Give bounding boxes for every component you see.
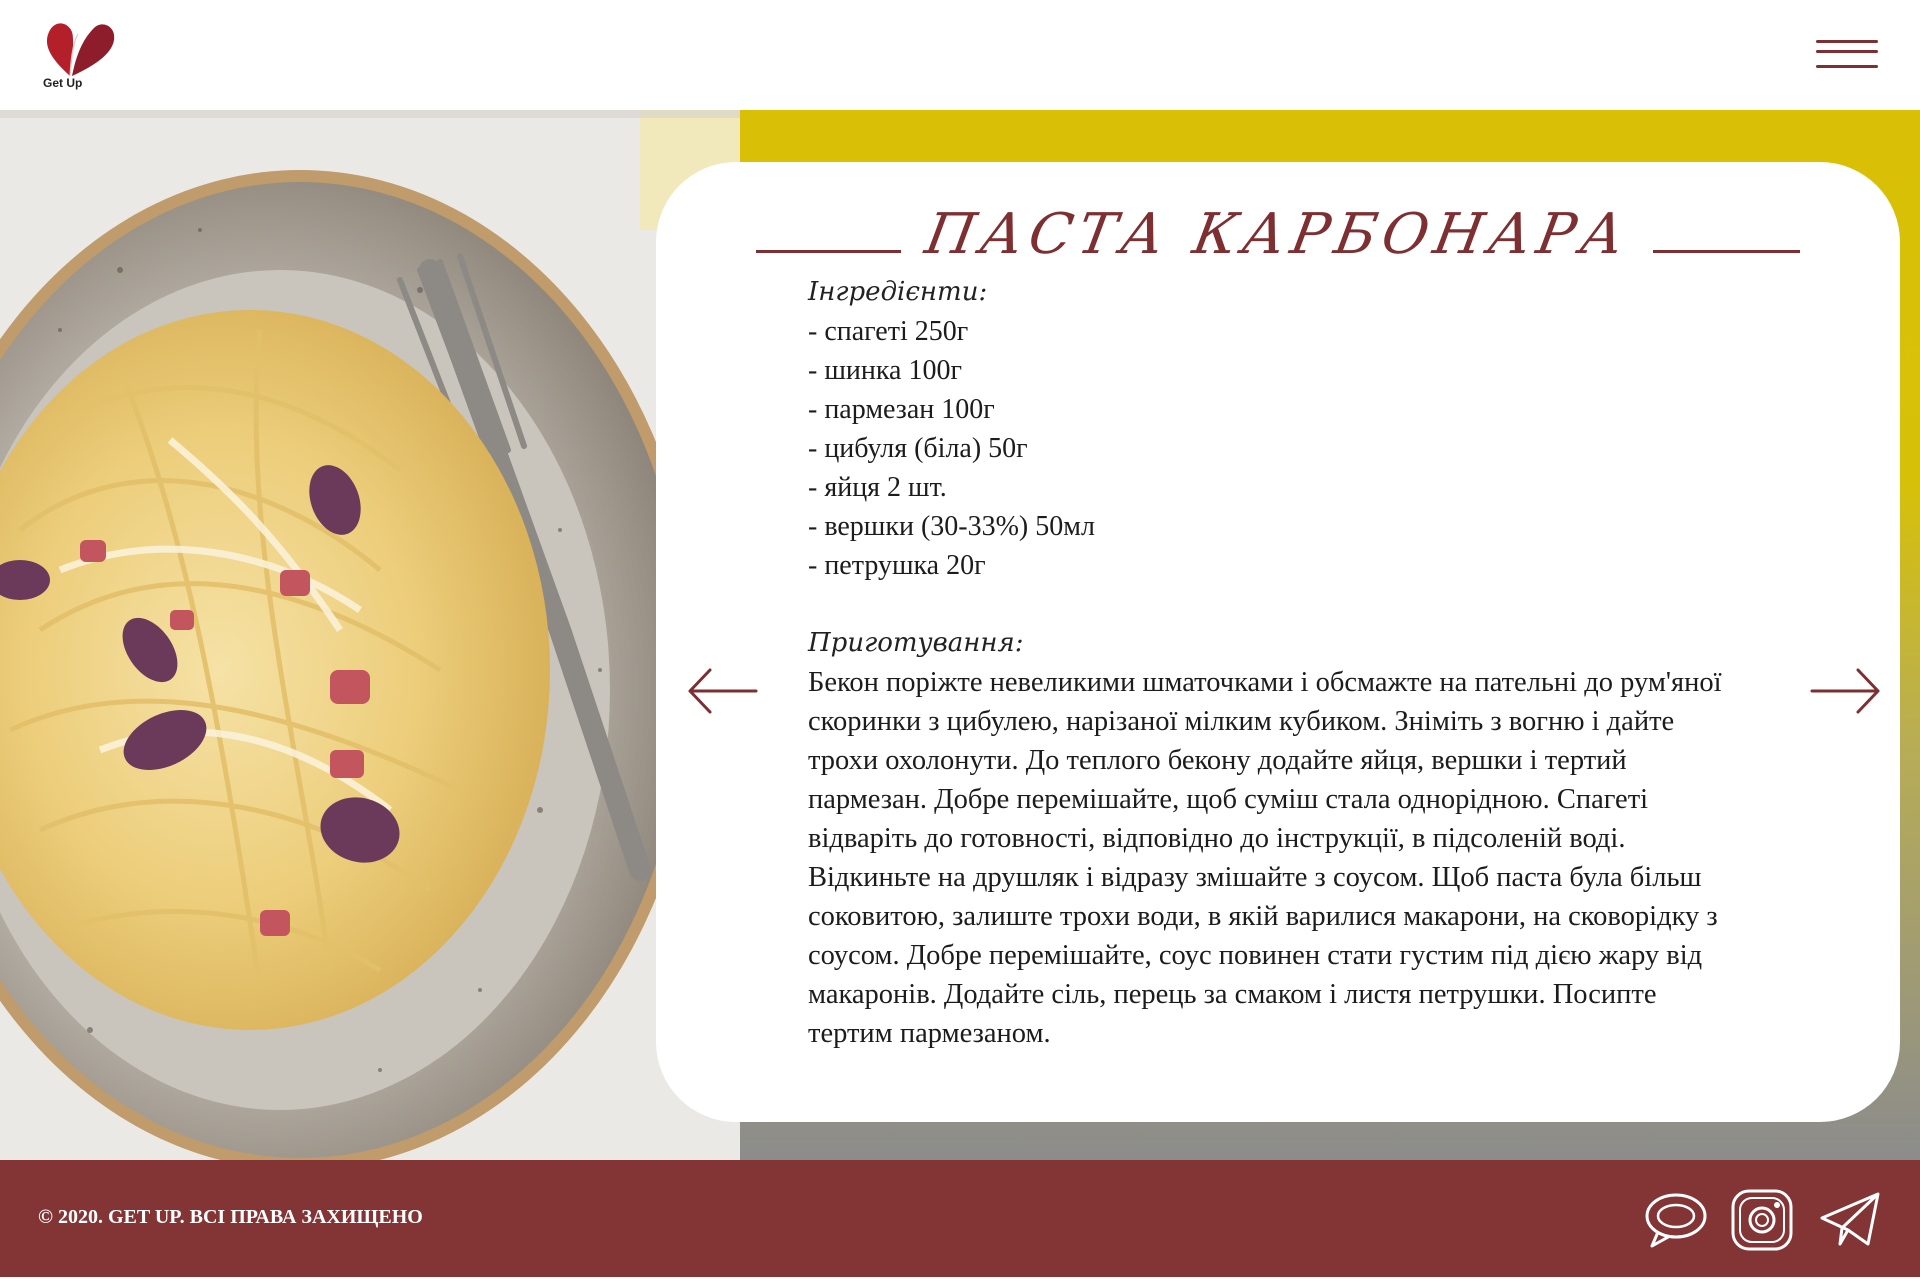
method-label: Приготування: [808, 628, 1024, 658]
ingredient-item: - шинка 100г [808, 355, 962, 386]
recipe-body: Інгредієнти: - спагеті 250г - шинка 100г… [808, 272, 1758, 1053]
ingredients-label: Інгредієнти: [808, 277, 988, 307]
telegram-icon[interactable] [1818, 1188, 1882, 1252]
recipe-card: ПАСТА КАРБОНАРА Інгредієнти: - спагеті 2… [656, 162, 1900, 1122]
ingredient-item: - пармезан 100г [808, 394, 995, 425]
title-divider-left [756, 250, 901, 253]
ingredient-item: - петрушка 20г [808, 550, 986, 581]
chat-bubble-icon[interactable] [1644, 1188, 1708, 1252]
recipe-title-block: ПАСТА КАРБОНАРА [756, 192, 1800, 282]
ingredient-item: - цибуля (біла) 50г [808, 433, 1028, 464]
method-text: Бекон поріжте невеликими шматочками і об… [808, 667, 1722, 1049]
heart-logo-icon [46, 23, 115, 77]
arrow-right-icon[interactable] [1810, 666, 1882, 716]
site-header: Get Up [0, 0, 1920, 110]
recipe-title: ПАСТА КАРБОНАРА [920, 202, 1636, 267]
title-divider-right [1653, 250, 1800, 253]
ingredient-item: - яйця 2 шт. [808, 472, 947, 503]
logo-text: Get Up [43, 76, 83, 90]
ingredients-list: - спагеті 250г - шинка 100г - пармезан 1… [808, 312, 1758, 585]
instagram-icon[interactable] [1730, 1188, 1794, 1252]
hero-section: ПАСТА КАРБОНАРА Інгредієнти: - спагеті 2… [0, 110, 1920, 1160]
logo[interactable]: Get Up [40, 18, 130, 96]
ingredient-item: - спагеті 250г [808, 316, 969, 347]
site-footer: © 2020. GET UP. ВСІ ПРАВА ЗАХИЩЕНО [0, 1160, 1920, 1277]
arrow-left-icon[interactable] [686, 666, 758, 716]
pasta-photo [0, 110, 740, 1160]
ingredient-item: - вершки (30-33%) 50мл [808, 511, 1095, 542]
copyright-text: © 2020. GET UP. ВСІ ПРАВА ЗАХИЩЕНО [38, 1206, 423, 1228]
hamburger-menu-icon[interactable] [1810, 36, 1880, 76]
